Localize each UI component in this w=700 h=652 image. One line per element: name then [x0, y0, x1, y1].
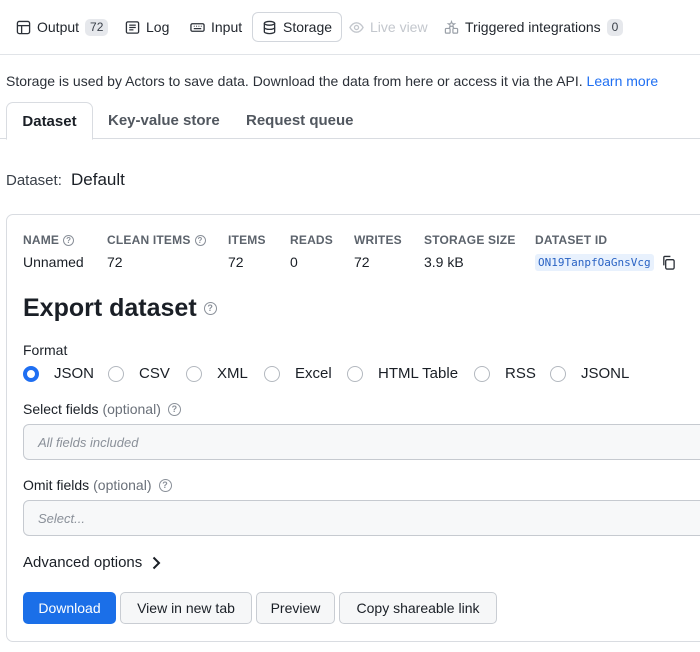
tab-log[interactable]: Log [125, 12, 169, 42]
format-radio-xml[interactable]: XML [186, 365, 248, 382]
format-radio-html-table[interactable]: HTML Table [347, 365, 458, 382]
format-label: Format [23, 342, 68, 358]
radio-button[interactable] [108, 365, 124, 382]
radio-button[interactable] [474, 365, 490, 382]
tab-input-label: Input [211, 19, 243, 35]
select-fields-optional: (optional) [102, 401, 161, 417]
table-icon [16, 20, 31, 34]
download-button[interactable]: Download [23, 592, 116, 624]
omit-fields-label-text: Omit fields [23, 477, 90, 493]
omit-fields-label: Omit fields (optional) ? [23, 477, 172, 493]
dataset-id-value: ON19TanpfOaGnsVcg [535, 254, 654, 271]
tab-log-label: Log [146, 19, 170, 35]
copy-icon[interactable] [661, 255, 676, 270]
radio-button[interactable] [347, 365, 363, 382]
eye-icon [349, 21, 364, 33]
chevron-right-icon [153, 556, 161, 569]
tab-live-view-label: Live view [370, 19, 428, 35]
top-tab-bar: Output 72 Log Input Storage Live view Tr… [0, 0, 700, 55]
stat-header-items: ITEMS [228, 233, 266, 247]
advanced-options-toggle[interactable]: Advanced options [23, 554, 161, 571]
stat-header-storage-size: STORAGE SIZE [424, 233, 516, 247]
integrations-count-badge: 0 [606, 18, 624, 36]
format-radio-excel[interactable]: Excel [264, 365, 332, 382]
storage-intro: Storage is used by Actors to save data. … [6, 73, 658, 89]
tab-storage[interactable]: Storage [252, 12, 343, 42]
log-icon [125, 20, 140, 34]
database-icon [263, 20, 276, 34]
stat-value-clean-items: 72 [107, 254, 123, 270]
stat-header-name: NAME ? [23, 233, 75, 247]
tab-request-queue[interactable]: Request queue [246, 102, 354, 139]
export-dataset-title-text: Export dataset [23, 294, 197, 322]
stat-value-name: Unnamed [23, 254, 84, 270]
format-radio-rss[interactable]: RSS [474, 365, 536, 382]
tab-input[interactable]: Input [190, 12, 242, 42]
tab-key-value-store[interactable]: Key-value store [108, 102, 220, 139]
learn-more-link[interactable]: Learn more [587, 73, 659, 89]
select-fields-label-text: Select fields [23, 401, 99, 417]
keyboard-icon [190, 22, 205, 32]
help-icon[interactable]: ? [158, 478, 172, 492]
stat-header-name-label: NAME [23, 233, 60, 247]
omit-fields-optional: (optional) [93, 477, 152, 493]
format-radio-jsonl[interactable]: JSONL [550, 365, 629, 382]
output-count-badge: 72 [85, 18, 109, 36]
stat-header-clean-items-label: CLEAN ITEMS [107, 233, 191, 247]
stat-header-clean-items: CLEAN ITEMS ? [107, 233, 206, 247]
stat-header-writes: WRITES [354, 233, 402, 247]
stat-header-dataset-id: DATASET ID [535, 233, 608, 247]
format-radio-xml-label: XML [217, 365, 248, 382]
view-in-new-tab-button[interactable]: View in new tab [120, 592, 252, 624]
select-fields-label: Select fields (optional) ? [23, 401, 181, 417]
tab-dataset[interactable]: Dataset [6, 102, 93, 140]
tab-output-label: Output [37, 19, 80, 35]
format-radio-excel-label: Excel [295, 365, 332, 382]
radio-button[interactable] [23, 365, 39, 382]
select-fields-input[interactable]: All fields included [23, 424, 700, 460]
radio-button[interactable] [264, 365, 280, 382]
format-radio-csv-label: CSV [139, 365, 170, 382]
export-dataset-title: Export dataset ? [23, 294, 217, 323]
dataset-selector[interactable]: Default [71, 170, 125, 190]
stat-header-reads: READS [290, 233, 334, 247]
dataset-selector-label: Dataset: [6, 172, 62, 189]
radio-button[interactable] [550, 365, 566, 382]
stat-value-items: 72 [228, 254, 244, 270]
tab-output[interactable]: Output 72 [16, 12, 109, 42]
format-radio-csv[interactable]: CSV [108, 365, 170, 382]
advanced-options-label: Advanced options [23, 554, 143, 571]
copy-shareable-link-button[interactable]: Copy shareable link [339, 592, 497, 624]
tab-triggered-integrations[interactable]: Triggered integrations 0 [444, 12, 624, 42]
format-radio-rss-label: RSS [505, 365, 536, 382]
format-radio-html-table-label: HTML Table [378, 365, 459, 382]
radio-button[interactable] [186, 365, 202, 382]
help-icon[interactable]: ? [63, 234, 75, 246]
stat-value-storage-size: 3.9 kB [424, 254, 464, 270]
tab-storage-label: Storage [283, 19, 333, 35]
help-icon[interactable]: ? [194, 234, 206, 246]
preview-button[interactable]: Preview [256, 592, 335, 624]
stat-value-reads: 0 [290, 254, 298, 270]
storage-tabs: Dataset Key-value store Request queue [0, 102, 700, 140]
format-radio-json[interactable]: JSON [23, 365, 94, 382]
storage-intro-text: Storage is used by Actors to save data. … [6, 73, 587, 89]
integrations-icon [444, 19, 459, 34]
format-radio-json-label: JSON [54, 365, 95, 382]
tab-live-view[interactable]: Live view [349, 12, 428, 42]
omit-fields-input[interactable]: Select... [23, 500, 700, 536]
format-radio-jsonl-label: JSONL [581, 365, 630, 382]
help-icon[interactable]: ? [167, 402, 181, 416]
stat-value-writes: 72 [354, 254, 370, 270]
tab-triggered-integrations-label: Triggered integrations [465, 19, 601, 35]
help-icon[interactable]: ? [203, 302, 217, 315]
